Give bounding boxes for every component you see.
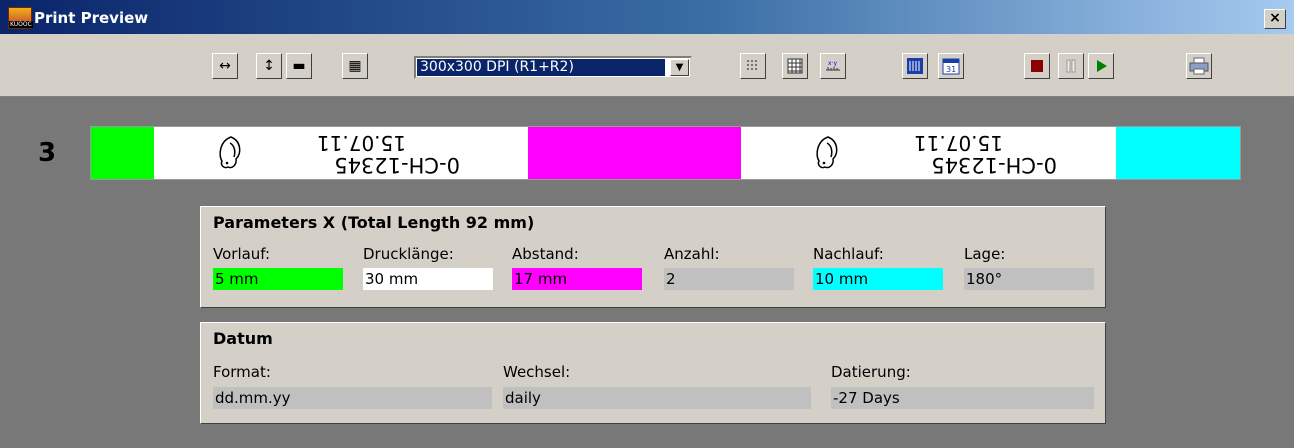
format-field[interactable]: dd.mm.yy (213, 387, 492, 409)
imprint-2: 0-CH-12345 15.07.11 (803, 129, 1063, 177)
nachlauf-segment (1116, 127, 1240, 179)
window-title: Print Preview (34, 9, 149, 27)
imprint-1: 0-CH-12345 15.07.11 (206, 129, 466, 177)
close-button[interactable]: × (1264, 9, 1286, 29)
fit-width-icon: ↔ (219, 58, 231, 74)
lage-label: Lage: (964, 245, 1006, 263)
pause-icon (1066, 59, 1076, 73)
imprint-code: 0-CH-12345 (334, 153, 460, 177)
print-preview-window: KUOOC Print Preview × ↔ ↕ ▬ ▦ 300x300 DP… (0, 0, 1294, 448)
svg-text:x·y: x·y (828, 60, 837, 67)
minus-icon: ▬ (292, 58, 306, 74)
imprint-date: 15.07.11 (316, 131, 406, 155)
datierung-field[interactable]: -27 Days (831, 387, 1094, 409)
fit-height-icon: ↕ (263, 58, 275, 74)
vorlauf-field[interactable]: 5 mm (213, 268, 343, 290)
print-button[interactable] (1186, 53, 1212, 79)
barcode-icon (907, 58, 923, 74)
wechsel-field[interactable]: daily (503, 387, 811, 409)
pause-button[interactable] (1058, 53, 1084, 79)
parameters-title: Parameters X (Total Length 92 mm) (213, 213, 535, 232)
grid-icon: ▦ (348, 58, 362, 74)
stop-icon (1031, 60, 1043, 72)
play-button[interactable] (1088, 53, 1114, 79)
calendar-icon: 31 (942, 58, 960, 75)
app-logo-text: KUOOC (9, 21, 33, 28)
fit-height-button[interactable]: ↕ (256, 53, 282, 79)
ruler-button[interactable]: x·y (820, 53, 846, 79)
dpi-select[interactable]: 300x300 DPI (R1+R2) ▼ (414, 56, 692, 79)
abstand-field[interactable]: 17 mm (512, 268, 642, 290)
drucklaenge-label: Drucklänge: (363, 245, 454, 263)
lage-field[interactable]: 180° (964, 268, 1094, 290)
abstand-segment (528, 127, 741, 179)
anzahl-field[interactable]: 2 (664, 268, 794, 290)
imprint-date: 15.07.11 (913, 131, 1003, 155)
app-logo-icon: KUOOC (8, 7, 33, 29)
parameters-panel: Parameters X (Total Length 92 mm) Vorlau… (200, 206, 1106, 308)
ruler-icon: x·y (826, 60, 840, 71)
format-label: Format: (213, 363, 271, 381)
table-grid-icon (787, 58, 803, 74)
svg-text:31: 31 (946, 65, 956, 74)
toolbar: ↔ ↕ ▬ ▦ 300x300 DPI (R1+R2) ▼ x·y 31 (0, 34, 1294, 97)
fit-width-button[interactable]: ↔ (212, 53, 238, 79)
datierung-label: Datierung: (831, 363, 911, 381)
datum-title: Datum (213, 329, 273, 348)
chevron-down-icon[interactable]: ▼ (670, 59, 689, 76)
calendar-button[interactable]: 31 (938, 53, 964, 79)
row-number: 3 (38, 138, 57, 168)
abstand-label: Abstand: (512, 245, 579, 263)
bird-logo-icon (816, 136, 838, 169)
wechsel-label: Wechsel: (503, 363, 571, 381)
vorlauf-label: Vorlauf: (213, 245, 271, 263)
nachlauf-field[interactable]: 10 mm (813, 268, 943, 290)
zoom-fit-button[interactable]: ▦ (342, 53, 368, 79)
grid-button[interactable] (782, 53, 808, 79)
anzahl-label: Anzahl: (664, 245, 720, 263)
dots-grid-button[interactable] (740, 53, 766, 79)
vorlauf-segment (91, 127, 154, 179)
imprint-code: 0-CH-12345 (931, 153, 1057, 177)
printer-icon (1189, 57, 1209, 75)
barcode-button[interactable] (902, 53, 928, 79)
stop-button[interactable] (1024, 53, 1050, 79)
dpi-select-value: 300x300 DPI (R1+R2) (416, 58, 666, 77)
play-icon (1097, 60, 1107, 72)
title-bar[interactable]: KUOOC Print Preview × (0, 0, 1294, 34)
nachlauf-label: Nachlauf: (813, 245, 884, 263)
dots-grid-icon (747, 60, 757, 70)
zoom-out-button[interactable]: ▬ (286, 53, 312, 79)
datum-panel: Datum Format: dd.mm.yy Wechsel: daily Da… (200, 322, 1106, 424)
drucklaenge-field[interactable]: 30 mm (363, 268, 493, 290)
label-strip: 0-CH-12345 15.07.11 0-CH-12345 15.07.11 (90, 126, 1241, 180)
bird-logo-icon (219, 136, 241, 169)
